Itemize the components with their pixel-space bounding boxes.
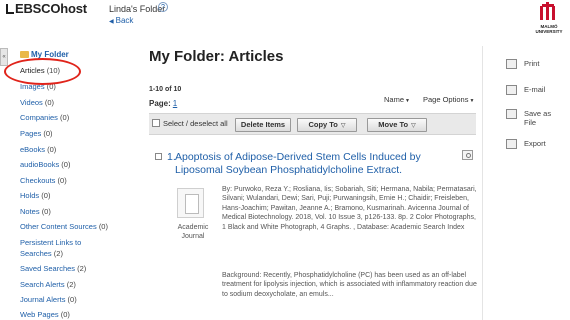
ebscohost-logo[interactable]: EBSCOhost <box>6 1 87 16</box>
page-number-link[interactable]: 1 <box>173 99 177 108</box>
ebsco-logo-icon <box>6 4 14 14</box>
sort-dropdown[interactable]: Name▼ <box>384 95 410 104</box>
help-icon[interactable]: ? <box>158 2 168 12</box>
annotation-circle <box>4 58 81 85</box>
sidebar-item-other-content-sources[interactable]: Other Content Sources (0) <box>20 222 108 231</box>
academic-journal-icon <box>177 188 204 218</box>
folder-action-bar: Select / deselect all Delete Items Copy … <box>149 113 476 135</box>
logo-text: EBSCOhost <box>15 1 87 16</box>
tools-divider <box>482 46 483 320</box>
result-checkbox[interactable] <box>155 153 162 160</box>
pagination: Page: 1 <box>149 99 178 108</box>
sidebar-item-holds[interactable]: Holds (0) <box>20 191 50 200</box>
sidebar-item-ebooks[interactable]: eBooks (0) <box>20 145 56 154</box>
sidebar-item-checkouts[interactable]: Checkouts (0) <box>20 176 67 185</box>
sidebar-item-search-alerts[interactable]: Search Alerts (2) <box>20 280 76 289</box>
sidebar-item-persistent-links[interactable]: Persistent Links to Searches (2) <box>20 237 81 259</box>
folder-owner-title: Linda's Folder <box>109 4 166 14</box>
preview-magnifier-icon[interactable] <box>462 150 473 160</box>
back-label: Back <box>115 16 134 25</box>
page-options-dropdown[interactable]: Page Options▼ <box>423 95 474 104</box>
page-title: My Folder: Articles <box>149 48 284 65</box>
triangle-down-icon: ▽ <box>340 123 346 129</box>
university-logo: MALMÖ UNIVERSITY <box>532 2 563 38</box>
caret-down-icon: ▼ <box>405 98 410 104</box>
sidebar-item-audiobooks[interactable]: audioBooks (0) <box>20 160 70 169</box>
email-icon <box>506 85 517 95</box>
result-citation: By: Purwoko, Reza Y.; Rosliana, Iis; Sob… <box>222 186 477 231</box>
save-icon <box>506 109 517 119</box>
sidebar-item-web-pages[interactable]: Web Pages (0) <box>20 310 70 319</box>
back-link[interactable]: ◀ Back <box>109 16 133 25</box>
printer-icon <box>506 59 517 69</box>
result-abstract: Background: Recently, Phosphatidylcholin… <box>222 272 477 298</box>
select-all-toggle[interactable]: Select / deselect all <box>152 119 228 128</box>
move-to-button[interactable]: Move To ▽ <box>367 118 427 132</box>
folder-sidebar: « My Folder Articles (10) Images (0) Vid… <box>0 46 140 320</box>
delete-items-button[interactable]: Delete Items <box>235 118 291 132</box>
copy-to-button[interactable]: Copy To ▽ <box>297 118 357 132</box>
result-count: 1-10 of 10 <box>149 86 182 93</box>
select-all-checkbox[interactable] <box>152 119 160 127</box>
sidebar-item-saved-searches[interactable]: Saved Searches (2) <box>20 264 86 273</box>
collapse-sidebar-button[interactable]: « <box>0 48 8 66</box>
university-name: MALMÖ UNIVERSITY <box>535 24 563 34</box>
sidebar-item-notes[interactable]: Notes (0) <box>20 207 51 216</box>
result-title-link[interactable]: Apoptosis of Adipose-Derived Stem Cells … <box>175 151 467 177</box>
sidebar-item-journal-alerts[interactable]: Journal Alerts (0) <box>20 295 77 304</box>
triangle-down-icon: ▽ <box>411 123 416 129</box>
sidebar-item-companies[interactable]: Companies (0) <box>20 113 69 122</box>
publication-type: Academic Journal <box>177 224 209 240</box>
back-arrow-icon: ◀ <box>109 19 114 25</box>
export-icon <box>506 139 517 149</box>
sidebar-item-pages[interactable]: Pages (0) <box>20 129 53 138</box>
caret-down-icon: ▼ <box>469 98 475 104</box>
sidebar-item-videos[interactable]: Videos (0) <box>20 98 54 107</box>
university-crest-icon <box>540 2 556 22</box>
top-bar: EBSCOhost Linda's Folder ? ◀ Back MALMÖ U… <box>0 0 570 38</box>
folder-icon <box>20 51 29 58</box>
